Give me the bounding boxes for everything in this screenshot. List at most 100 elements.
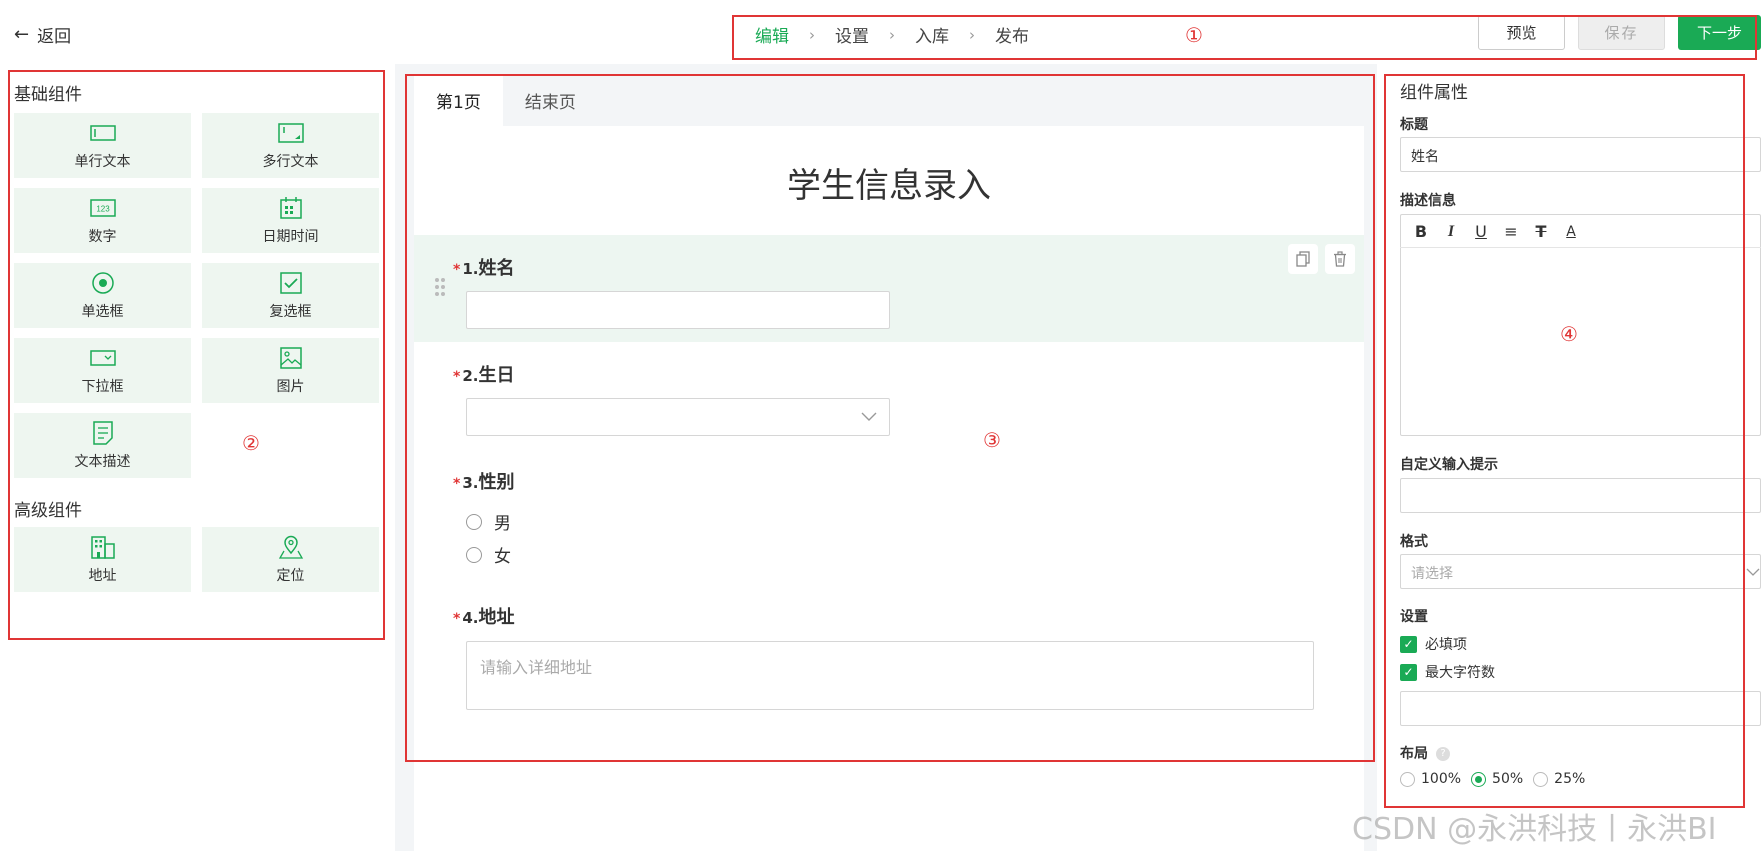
properties-title: 组件属性	[1400, 83, 1468, 103]
next-step-button[interactable]: 下一步	[1678, 15, 1761, 50]
font-size-icon[interactable]: T	[1532, 222, 1550, 241]
component-label: 定位	[276, 567, 305, 584]
basic-components-title: 基础组件	[14, 85, 82, 105]
checkbox-icon	[279, 271, 302, 294]
radio-button[interactable]	[1400, 771, 1415, 787]
radio-icon	[91, 271, 114, 294]
component-label: 文本描述	[74, 453, 131, 470]
step-breadcrumb: 编辑 › 设置 › 入库 › 发布	[755, 22, 1029, 48]
font-color-icon[interactable]: A	[1562, 224, 1580, 240]
radio-button-selected[interactable]	[1471, 771, 1487, 787]
chevron-down-icon	[1746, 568, 1760, 576]
arrow-left-icon: ←	[14, 24, 30, 45]
address-building-icon	[90, 535, 115, 559]
component-label: 日期时间	[262, 228, 319, 245]
save-button[interactable]: 保存	[1578, 15, 1665, 50]
chevron-right-icon: ›	[969, 25, 975, 44]
address-placeholder: 请输入详细地址	[480, 658, 593, 677]
help-icon[interactable]: ?	[1436, 747, 1450, 761]
annotation-marker-4: ④	[1560, 322, 1578, 346]
step-settings[interactable]: 设置	[835, 22, 869, 47]
component-checkbox[interactable]: 复选框	[202, 263, 379, 328]
hint-input[interactable]	[1400, 478, 1761, 513]
settings-label: 设置	[1400, 609, 1428, 625]
align-icon[interactable]: ≡	[1502, 222, 1520, 241]
birthday-select[interactable]	[466, 398, 890, 436]
component-label: 单选框	[81, 303, 124, 320]
copy-icon	[1296, 251, 1310, 267]
radio-button[interactable]	[466, 546, 482, 563]
italic-icon[interactable]: I	[1442, 223, 1460, 241]
hint-field-label: 自定义输入提示	[1400, 457, 1498, 473]
radio-button[interactable]	[1533, 771, 1549, 787]
image-icon	[279, 346, 302, 369]
component-label: 单行文本	[74, 153, 131, 170]
svg-text:123: 123	[96, 204, 110, 213]
format-field-label: 格式	[1400, 534, 1428, 550]
number-icon: 123	[89, 198, 116, 217]
description-field-label: 描述信息	[1400, 193, 1456, 209]
name-input[interactable]	[466, 291, 890, 329]
component-dropdown[interactable]: 下拉框	[14, 338, 191, 403]
component-multi-line-text[interactable]: 多行文本	[202, 113, 379, 178]
form-title[interactable]: 学生信息录入	[414, 158, 1364, 207]
copy-question-button[interactable]	[1288, 244, 1318, 274]
chevron-right-icon: ›	[889, 25, 895, 44]
component-image[interactable]: 图片	[202, 338, 379, 403]
component-datetime[interactable]: 日期时间	[202, 188, 379, 253]
component-radio[interactable]: 单选框	[14, 263, 191, 328]
multi-line-text-icon	[277, 122, 304, 143]
component-label: 地址	[88, 567, 117, 584]
calendar-icon	[279, 196, 302, 219]
page-tabs: 第1页 结束页	[414, 76, 1364, 126]
watermark: CSDN @永洪科技丨永洪BI	[1352, 812, 1717, 847]
component-label: 多行文本	[262, 153, 319, 170]
address-textarea[interactable]: 请输入详细地址	[466, 641, 1314, 710]
chevron-right-icon: ›	[809, 25, 815, 44]
trash-icon	[1334, 251, 1346, 267]
component-number[interactable]: 123 数字	[14, 188, 191, 253]
format-select[interactable]: 请选择	[1400, 554, 1761, 589]
component-address[interactable]: 地址	[14, 527, 191, 592]
title-input[interactable]: 姓名	[1400, 137, 1761, 172]
required-asterisk: *	[453, 476, 461, 492]
tab-page-1[interactable]: 第1页	[414, 76, 503, 126]
component-label: 数字	[88, 228, 117, 245]
component-text-description[interactable]: 文本描述	[14, 413, 191, 478]
checkmark-icon[interactable]: ✓	[1400, 663, 1417, 681]
layout-option-25[interactable]: 25%	[1533, 771, 1585, 787]
annotation-marker-1: ①	[1185, 23, 1203, 47]
single-line-text-icon	[89, 124, 116, 141]
layout-label: 布局?	[1400, 743, 1450, 763]
required-checkbox[interactable]: ✓ 必填项	[1400, 634, 1467, 654]
checkmark-icon[interactable]: ✓	[1400, 635, 1417, 653]
question-label: * 3.性别	[453, 472, 515, 493]
component-label: 下拉框	[81, 378, 124, 395]
question-label: * 1.姓名	[453, 258, 515, 279]
component-location[interactable]: 定位	[202, 527, 379, 592]
tab-end-page[interactable]: 结束页	[503, 76, 598, 126]
question-label: * 4.地址	[453, 607, 515, 628]
step-edit[interactable]: 编辑	[755, 22, 789, 47]
back-label: 返回	[37, 27, 72, 47]
required-asterisk: *	[453, 611, 461, 627]
preview-button[interactable]: 预览	[1478, 15, 1565, 50]
maxchars-input[interactable]	[1400, 691, 1761, 726]
step-publish[interactable]: 发布	[995, 22, 1029, 47]
maxchars-checkbox[interactable]: ✓ 最大字符数	[1400, 662, 1495, 682]
location-pin-icon	[278, 535, 303, 559]
underline-icon[interactable]: U	[1472, 222, 1490, 241]
rich-text-toolbar: B I U ≡ T A	[1400, 216, 1761, 248]
layout-option-50[interactable]: 50%	[1471, 771, 1523, 787]
step-storage[interactable]: 入库	[915, 22, 949, 47]
gender-option-female[interactable]: 女	[466, 542, 511, 567]
delete-question-button[interactable]	[1325, 244, 1355, 274]
component-single-line-text[interactable]: 单行文本	[14, 113, 191, 178]
radio-button[interactable]	[466, 513, 482, 530]
bold-icon[interactable]: B	[1412, 222, 1430, 241]
gender-option-male[interactable]: 男	[466, 509, 511, 534]
component-label: 图片	[276, 378, 305, 395]
layout-option-100[interactable]: 100%	[1400, 771, 1461, 787]
back-button[interactable]: ← 返回	[14, 22, 71, 47]
drag-handle-icon[interactable]	[434, 276, 446, 298]
